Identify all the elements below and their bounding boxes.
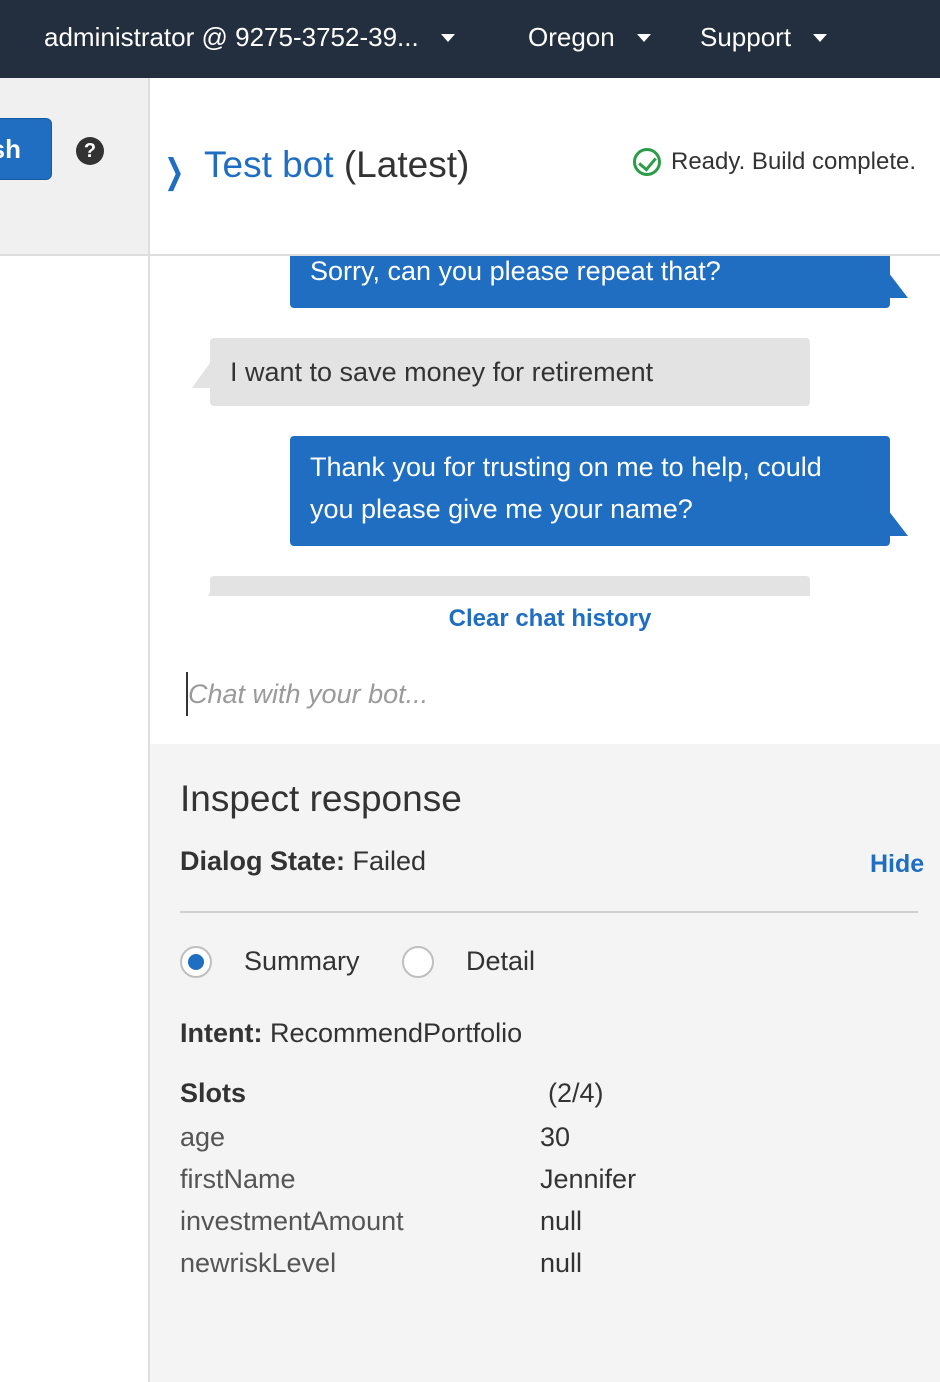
region-label: Oregon (528, 22, 615, 52)
intent-label: Intent: (180, 1018, 263, 1048)
user-message: I want to save money for retirement (192, 338, 810, 406)
slot-value: null (540, 1248, 583, 1278)
support-label: Support (700, 22, 792, 52)
dialog-state: Dialog State: Failed (180, 846, 426, 877)
help-icon[interactable]: ? (76, 137, 104, 165)
slot-row: investmentAmount null (180, 1206, 880, 1248)
user-message (192, 576, 810, 596)
slot-name: investmentAmount (180, 1206, 404, 1236)
slot-row: firstName Jennifer (180, 1164, 880, 1206)
detail-radio-label[interactable]: Detail (466, 946, 535, 977)
build-status: Ready. Build complete. (633, 148, 916, 176)
summary-radio[interactable] (180, 946, 212, 978)
slot-row: age 30 (180, 1122, 880, 1164)
publish-button-label: sh (0, 133, 21, 164)
intent-value: RecommendPortfolio (262, 1018, 523, 1048)
slot-value: Jennifer (540, 1164, 637, 1194)
chat-input[interactable] (186, 672, 906, 716)
intent: Intent: RecommendPortfolio (180, 1018, 522, 1049)
clear-chat-history-link[interactable]: Clear chat history (150, 605, 940, 633)
build-status-text: Ready. Build complete. (671, 148, 917, 175)
test-bot-label: Test bot (204, 144, 334, 185)
slots-count: (2/4) (548, 1078, 604, 1108)
support-menu[interactable]: Support (700, 22, 828, 53)
slot-row: newriskLevel null (180, 1248, 880, 1290)
chevron-down-icon (636, 33, 651, 42)
summary-radio-label[interactable]: Summary (244, 946, 360, 977)
slot-name: age (180, 1122, 226, 1152)
slots-heading: Slots (180, 1078, 247, 1108)
hide-link[interactable]: Hide (870, 850, 924, 879)
top-nav-bar: administrator @ 9275-3752-39... Oregon S… (0, 0, 940, 78)
dialog-state-value: Failed (345, 846, 427, 876)
test-bot-version: (Latest) (333, 144, 470, 185)
publish-button[interactable]: sh (0, 118, 52, 180)
bot-message: Sorry, can you please repeat that? (290, 256, 908, 308)
account-menu[interactable]: administrator @ 9275-3752-39... (44, 22, 455, 53)
dialog-state-label: Dialog State: (180, 846, 346, 876)
test-bot-title[interactable]: Test bot (Latest) (204, 144, 469, 186)
inspect-response-panel: Inspect response Dialog State: Failed Hi… (150, 744, 940, 1382)
bot-message: Thank you for trusting on me to help, co… (290, 436, 908, 546)
chevron-right-icon[interactable]: ❯ (164, 152, 184, 192)
slot-name: newriskLevel (180, 1248, 337, 1278)
inspect-title: Inspect response (180, 778, 462, 819)
detail-radio[interactable] (402, 946, 434, 978)
slot-value: 30 (540, 1122, 571, 1152)
divider (180, 911, 918, 913)
chevron-down-icon (813, 33, 828, 42)
slot-value: null (540, 1206, 583, 1236)
chat-transcript[interactable]: Sorry, can you please repeat that? I wan… (150, 256, 940, 596)
check-circle-icon (633, 148, 661, 176)
slot-name: firstName (180, 1164, 296, 1194)
region-menu[interactable]: Oregon (528, 22, 651, 53)
account-label: administrator @ 9275-3752-39... (44, 22, 419, 52)
chevron-down-icon (440, 33, 455, 42)
